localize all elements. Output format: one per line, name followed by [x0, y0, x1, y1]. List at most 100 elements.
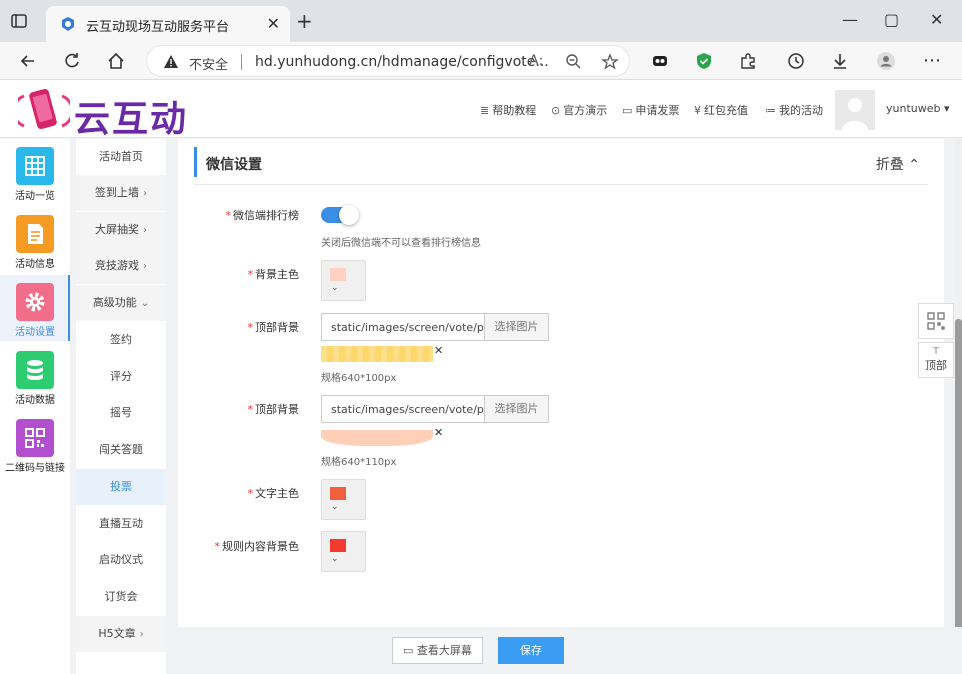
up-arrow-icon: ⊤	[932, 347, 940, 357]
bg-color-picker[interactable]: ⌄	[321, 260, 366, 301]
top-bg1-label: * 顶部背景	[247, 321, 300, 334]
top-bg2-input[interactable]: static/images/screen/vote/pink	[321, 395, 485, 423]
nav-recharge[interactable]: ¥ 红包充值	[694, 102, 748, 118]
page-scrollbar[interactable]	[955, 139, 962, 674]
nav-demo[interactable]: ⊙ 官方演示	[551, 102, 607, 118]
favorite-star-icon[interactable]	[601, 53, 619, 71]
username-dropdown[interactable]: yuntuweb ▾	[886, 102, 950, 115]
collections-icon[interactable]	[650, 51, 670, 71]
insecure-label: 不安全	[189, 58, 229, 73]
address-bar[interactable]: 不安全 hd.yunhudong.cn/hdmanage/configvote.…	[146, 45, 630, 77]
top-bg1-preview	[321, 346, 433, 362]
chevron-right-icon: ›	[139, 629, 144, 640]
extensions-icon[interactable]	[738, 51, 758, 71]
qrcode-float-button[interactable]	[918, 303, 954, 339]
nav-my-activities[interactable]: ≔ 我的活动	[765, 102, 823, 118]
back-to-top-button[interactable]: ⊤ 顶部	[918, 342, 954, 378]
window-close-icon[interactable]: ✕	[930, 10, 943, 29]
browser-tabbar: 云互动现场互动服务平台 ✕ + — ▢ ✕	[0, 0, 962, 42]
top-bg2-label: * 顶部背景	[247, 403, 300, 416]
bg-color-swatch	[330, 268, 346, 281]
remove-icon[interactable]: ✕	[434, 426, 443, 439]
profile-icon[interactable]	[876, 51, 896, 71]
ranking-toggle[interactable]	[321, 205, 359, 225]
shield-icon[interactable]	[694, 51, 714, 71]
book-icon: ≣	[480, 104, 490, 117]
refresh-icon[interactable]	[62, 51, 82, 71]
window-menu-icon[interactable]	[10, 12, 28, 30]
remove-icon[interactable]: ✕	[434, 344, 443, 357]
qrcode-icon	[927, 312, 945, 330]
home-icon[interactable]	[106, 51, 126, 71]
sub-menu: 活动首页 签到上墙 › 大屏抽奖 › 竞技游戏 › 高级功能 ⌄ 签约 评分 摇号 闯关…	[76, 139, 166, 674]
section-accent-bar	[194, 147, 197, 177]
url-text[interactable]: hd.yunhudong.cn/hdmanage/configvote...	[255, 54, 549, 70]
submenu-item-checkin[interactable]: 签到上墙 ›	[76, 175, 166, 211]
sidebar-item-overview[interactable]: 活动一览	[0, 139, 70, 205]
top-bg1-spec: 规格640*100px	[321, 373, 397, 384]
play-icon: ⊙	[551, 104, 561, 117]
tab-close-icon[interactable]: ✕	[267, 14, 280, 33]
chevron-down-icon: ⌄	[331, 502, 339, 512]
text-color-picker[interactable]: ⌄	[321, 479, 366, 520]
user-avatar-icon	[842, 98, 868, 130]
maximize-icon[interactable]: ▢	[884, 10, 899, 29]
download-icon[interactable]	[830, 51, 850, 71]
sidebar-item-settings[interactable]: 活动设置	[0, 275, 70, 341]
zoom-out-icon[interactable]	[565, 53, 581, 69]
sidebar-item-info[interactable]: 活动信息	[0, 207, 70, 273]
collapse-toggle[interactable]: 折叠 ⌃	[876, 154, 920, 174]
avatar[interactable]	[835, 90, 875, 130]
sidebar-item-qrcode[interactable]: 二维码与链接	[0, 411, 70, 477]
minimize-icon[interactable]: —	[842, 10, 858, 29]
submenu-item-home[interactable]: 活动首页	[76, 139, 166, 175]
sidebar-item-label: 活动设置	[15, 327, 55, 338]
icon-sidebar: 活动一览 活动信息 活动设置 活动数据 二维码与链接	[0, 139, 70, 674]
top-bg1-pick-button[interactable]: 选择图片	[484, 313, 549, 341]
save-button[interactable]: 保存	[498, 637, 564, 664]
rule-bg-label: * 规则内容背景色	[214, 540, 300, 553]
rule-bg-swatch	[330, 539, 346, 552]
top-bg1-input[interactable]: static/images/screen/vote/pink	[321, 313, 485, 341]
submenu-item-ceremony[interactable]: 启动仪式	[76, 542, 166, 578]
address-separator	[241, 54, 242, 70]
grid-icon	[16, 147, 54, 185]
phone-logo-icon	[18, 88, 70, 130]
top-bg2-pick-button[interactable]: 选择图片	[484, 395, 549, 423]
submenu-item-games[interactable]: 竞技游戏 ›	[76, 248, 166, 284]
rule-bg-color-picker[interactable]: ⌄	[321, 531, 366, 572]
sidebar-item-label: 二维码与链接	[5, 463, 65, 474]
database-icon	[16, 351, 54, 389]
submenu-item-vote[interactable]: 投票	[76, 469, 166, 505]
tab-title: 云互动现场互动服务平台	[86, 20, 230, 35]
site-favicon-icon	[62, 17, 74, 31]
document-icon	[16, 215, 54, 253]
submenu-item-score[interactable]: 评分	[76, 359, 166, 395]
submenu-item-advanced[interactable]: 高级功能 ⌄	[76, 285, 166, 321]
qrcode-icon	[16, 419, 54, 457]
submenu-item-draw[interactable]: 摇号	[76, 395, 166, 431]
submenu-item-lottery[interactable]: 大屏抽奖 ›	[76, 212, 166, 248]
browser-toolbar: 不安全 hd.yunhudong.cn/hdmanage/configvote.…	[0, 42, 962, 80]
submenu-item-live[interactable]: 直播互动	[76, 506, 166, 542]
browser-tab[interactable]: 云互动现场互动服务平台 ✕	[46, 6, 290, 42]
app-header: 云互动 ≣ 帮助教程 ⊙ 官方演示 ▭ 申请发票 ¥ 红包充值 ≔ 我的活动 yuntuw…	[0, 80, 962, 140]
sidebar-item-data[interactable]: 活动数据	[0, 343, 70, 409]
nav-invoice[interactable]: ▭ 申请发票	[622, 102, 679, 118]
submenu-item-sign[interactable]: 签约	[76, 322, 166, 358]
read-aloud-icon[interactable]: A꞉	[529, 53, 543, 69]
new-tab-button[interactable]: +	[296, 11, 313, 31]
history-icon[interactable]	[786, 51, 806, 71]
scrollbar-thumb[interactable]	[955, 319, 962, 644]
view-big-screen-button[interactable]: ▭ 查看大屏幕	[392, 637, 483, 664]
chevron-down-icon: ⌄	[140, 298, 150, 309]
submenu-item-h5[interactable]: H5文章 ›	[76, 616, 166, 652]
section-title: 微信设置	[206, 157, 262, 173]
site-logo[interactable]: 云互动	[18, 84, 218, 140]
submenu-item-order[interactable]: 订货会	[76, 579, 166, 615]
chevron-right-icon: ›	[143, 261, 147, 272]
more-menu-icon[interactable]: ⋯	[922, 51, 942, 71]
submenu-item-quiz[interactable]: 闯关答题	[76, 432, 166, 468]
back-arrow-icon[interactable]	[18, 51, 38, 71]
nav-help[interactable]: ≣ 帮助教程	[480, 102, 536, 118]
